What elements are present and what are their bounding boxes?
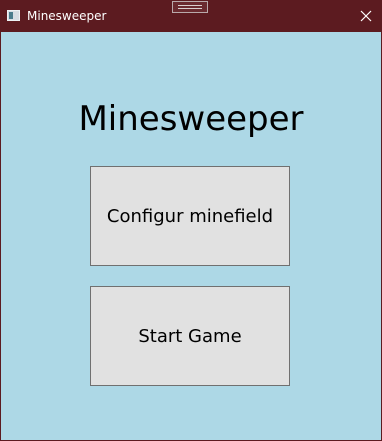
configure-minefield-button[interactable]: Configur minefield <box>90 166 290 266</box>
title-bar[interactable]: Minesweeper <box>1 1 381 32</box>
close-icon <box>360 10 372 22</box>
drag-handle-icon[interactable] <box>172 1 208 13</box>
window-title: Minesweeper <box>27 9 107 23</box>
page-title: Minesweeper <box>78 99 304 139</box>
app-window-icon <box>7 10 20 21</box>
app-window: Minesweeper Minesweeper Configur minefie… <box>0 0 382 441</box>
close-button[interactable] <box>351 1 381 32</box>
start-game-button[interactable]: Start Game <box>90 286 290 386</box>
